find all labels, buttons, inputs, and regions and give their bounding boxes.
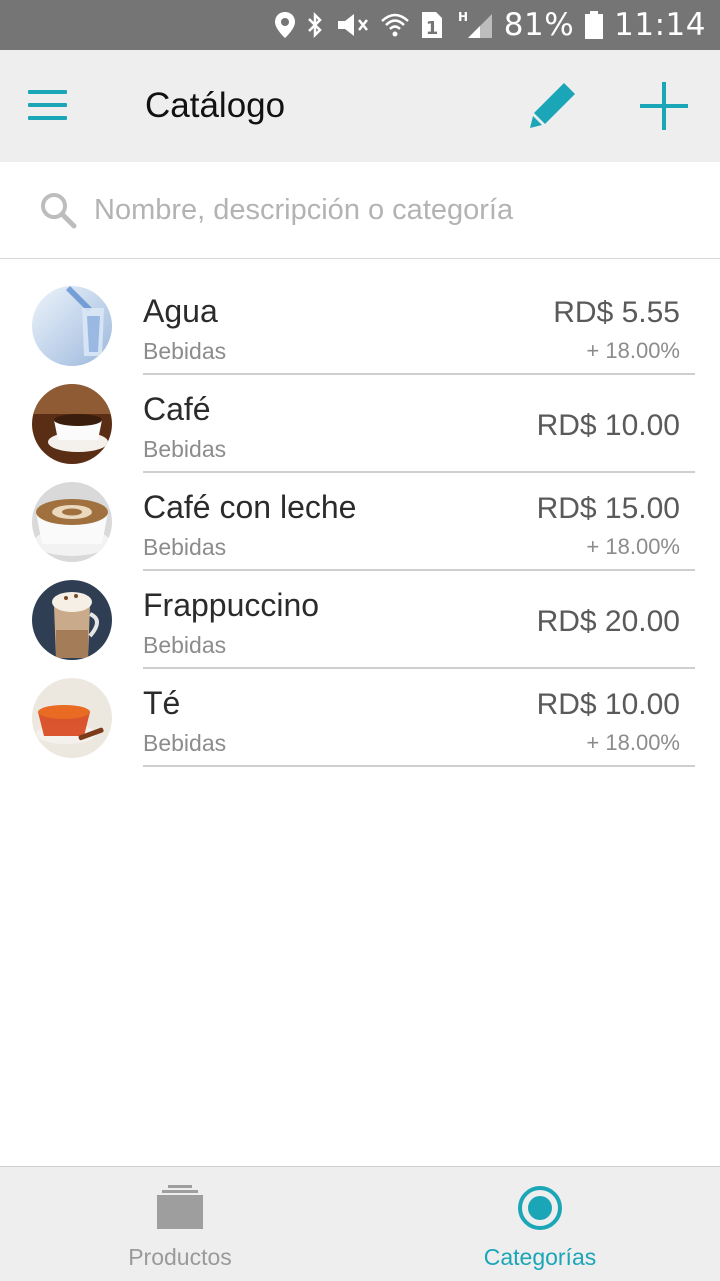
network-type-label: H — [458, 10, 468, 24]
signal-icon: H — [454, 10, 494, 40]
search-input[interactable] — [94, 186, 694, 234]
product-image-latte — [32, 482, 112, 562]
item-tax: + 18.00% — [586, 534, 680, 559]
list-item[interactable]: Frappuccino Bebidas RD$ 20.00 — [0, 571, 720, 669]
item-name: Café con leche — [143, 489, 357, 525]
status-bar: 1 H 81% 11:14 — [0, 0, 720, 50]
product-image-frappuccino — [32, 580, 112, 660]
product-image-coffee — [32, 384, 112, 464]
item-tax: + 18.00% — [586, 730, 680, 755]
mute-icon — [334, 11, 370, 39]
tab-label: Categorías — [483, 1244, 597, 1270]
app-bar: Catálogo — [0, 50, 720, 162]
search-icon — [41, 193, 77, 229]
plus-icon — [640, 82, 688, 130]
bottom-navigation: Productos Categorías — [0, 1166, 720, 1281]
item-category: Bebidas — [143, 632, 227, 658]
item-price: RD$ 10.00 — [536, 688, 680, 721]
search-bar — [0, 162, 720, 259]
edit-button[interactable] — [528, 80, 580, 132]
list-item[interactable]: Café Bebidas RD$ 10.00 — [0, 375, 720, 473]
tab-products[interactable]: Productos — [0, 1167, 360, 1281]
clock: 11:14 — [614, 7, 706, 43]
sim-icon: 1 — [420, 10, 444, 40]
item-category: Bebidas — [143, 534, 227, 560]
item-name: Té — [143, 685, 181, 721]
divider — [143, 765, 695, 767]
menu-button[interactable] — [28, 90, 68, 122]
item-price: RD$ 10.00 — [536, 409, 680, 442]
bluetooth-icon — [306, 11, 324, 39]
list-item[interactable]: Té Bebidas RD$ 10.00 + 18.00% — [0, 669, 720, 767]
location-icon — [274, 11, 296, 39]
products-stack-icon — [157, 1185, 203, 1229]
pencil-icon — [530, 83, 575, 128]
product-list: Agua Bebidas RD$ 5.55 + 18.00% Café Bebi… — [0, 277, 720, 767]
item-price: RD$ 15.00 — [536, 492, 680, 525]
item-price: RD$ 20.00 — [536, 605, 680, 638]
categories-radio-icon — [518, 1186, 562, 1230]
item-name: Agua — [143, 293, 218, 329]
page-title: Catálogo — [145, 86, 286, 125]
item-tax: + 18.00% — [586, 338, 680, 363]
tab-label: Productos — [128, 1244, 232, 1270]
product-image-tea — [32, 678, 112, 758]
item-category: Bebidas — [143, 338, 227, 364]
list-item[interactable]: Café con leche Bebidas RD$ 15.00 + 18.00… — [0, 473, 720, 571]
add-button[interactable] — [638, 80, 690, 132]
product-image-water — [32, 286, 112, 366]
item-name: Café — [143, 391, 211, 427]
item-category: Bebidas — [143, 730, 227, 756]
battery-icon — [584, 10, 604, 40]
item-price: RD$ 5.55 — [553, 296, 680, 329]
battery-percent: 81% — [503, 7, 575, 43]
list-item[interactable]: Agua Bebidas RD$ 5.55 + 18.00% — [0, 277, 720, 375]
sim-slot-label: 1 — [425, 18, 438, 39]
tab-categories[interactable]: Categorías — [360, 1167, 720, 1281]
item-name: Frappuccino — [143, 587, 320, 623]
item-category: Bebidas — [143, 436, 227, 462]
wifi-icon — [380, 11, 410, 39]
